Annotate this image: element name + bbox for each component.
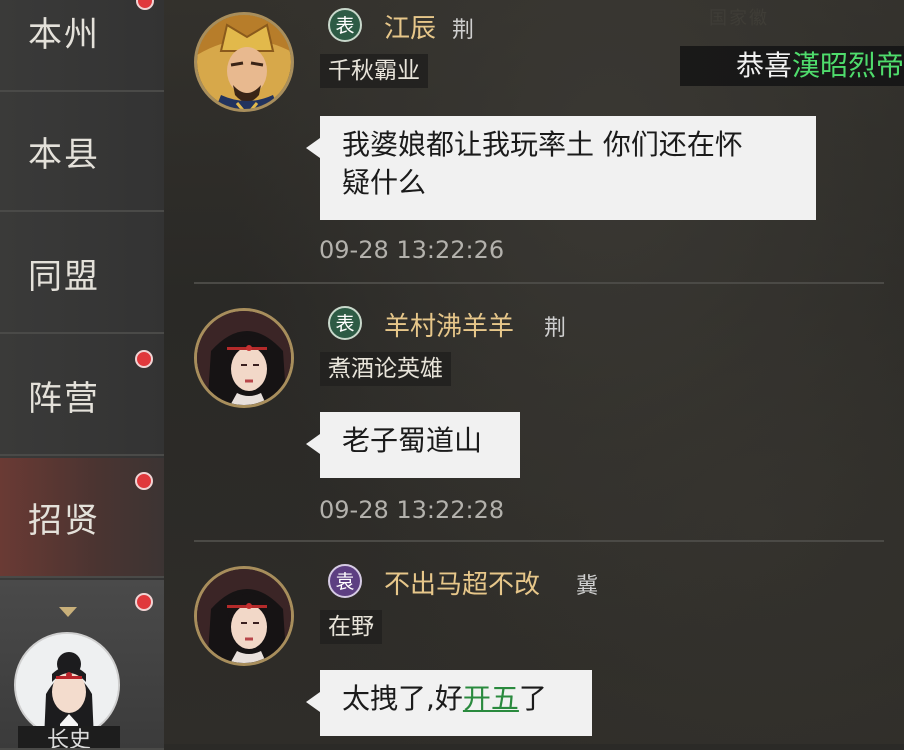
sidebar-item-label: 本州 (28, 14, 100, 55)
notification-dot (135, 593, 153, 611)
player-title-tag: 在野 (320, 610, 382, 644)
background-map-label: 国家徽 (709, 8, 769, 29)
message-bubble: 太拽了,好开五了 (306, 670, 592, 736)
player-title-tag: 煮酒论英雄 (320, 352, 451, 386)
username[interactable]: 羊村沸羊羊 (384, 306, 514, 343)
notification-dot (135, 472, 153, 490)
faction-badge: 表 (328, 8, 362, 42)
announcement-banner: 恭喜漢昭烈帝 (680, 46, 904, 86)
message-text: 了 (518, 682, 547, 715)
sidebar-item-benxian[interactable]: 本县 (0, 92, 164, 212)
region-label: 荆 (452, 18, 475, 43)
message-text-line: 老子蜀道山 (342, 424, 483, 457)
message-text: 太拽了,好 (342, 682, 463, 715)
sidebar-item-benzhou[interactable]: 本州 (0, 0, 164, 92)
sidebar-item-label: 同盟 (28, 256, 100, 297)
message-text-line: 我婆娘都让我玩率土 你们还在怀 (342, 128, 743, 161)
notification-dot (135, 350, 153, 368)
banner-player-name: 漢昭烈帝 (792, 49, 904, 82)
sidebar-item-tongmeng[interactable]: 同盟 (0, 214, 164, 334)
message-timestamp: 09-28 13:22:26 (319, 236, 505, 264)
message-divider (194, 282, 884, 284)
message-text-line: 疑什么 (342, 166, 427, 199)
user-avatar[interactable] (194, 566, 294, 666)
player-title-tag: 千秋霸业 (320, 54, 428, 88)
message-highlight-link[interactable]: 开五 (463, 682, 519, 715)
message-bubble: 老子蜀道山 (306, 412, 520, 478)
faction-badge: 袁 (328, 564, 362, 598)
username[interactable]: 不出马超不改 (384, 564, 540, 601)
sidebar-item-label: 阵营 (28, 378, 100, 419)
user-avatar[interactable] (194, 308, 294, 408)
user-avatar[interactable] (194, 12, 294, 112)
region-label: 荆 (544, 316, 567, 341)
message-divider (194, 540, 884, 542)
sidebar-item-label: 本县 (28, 134, 100, 175)
region-label: 冀 (576, 574, 599, 599)
message-timestamp: 09-28 13:22:28 (319, 496, 505, 524)
contact-avatar[interactable] (14, 632, 120, 738)
chevron-down-icon (59, 607, 77, 617)
banner-prefix: 恭喜 (736, 49, 793, 82)
channel-sidebar: 本州 本县 同盟 阵营 招贤 长史 (0, 0, 164, 750)
sidebar-item-label: 招贤 (28, 500, 100, 541)
username[interactable]: 江辰 (384, 8, 436, 45)
message-bubble: 我婆娘都让我玩率土 你们还在怀 疑什么 (306, 116, 816, 220)
faction-badge: 表 (328, 306, 362, 340)
contact-name: 长史 (18, 726, 120, 748)
